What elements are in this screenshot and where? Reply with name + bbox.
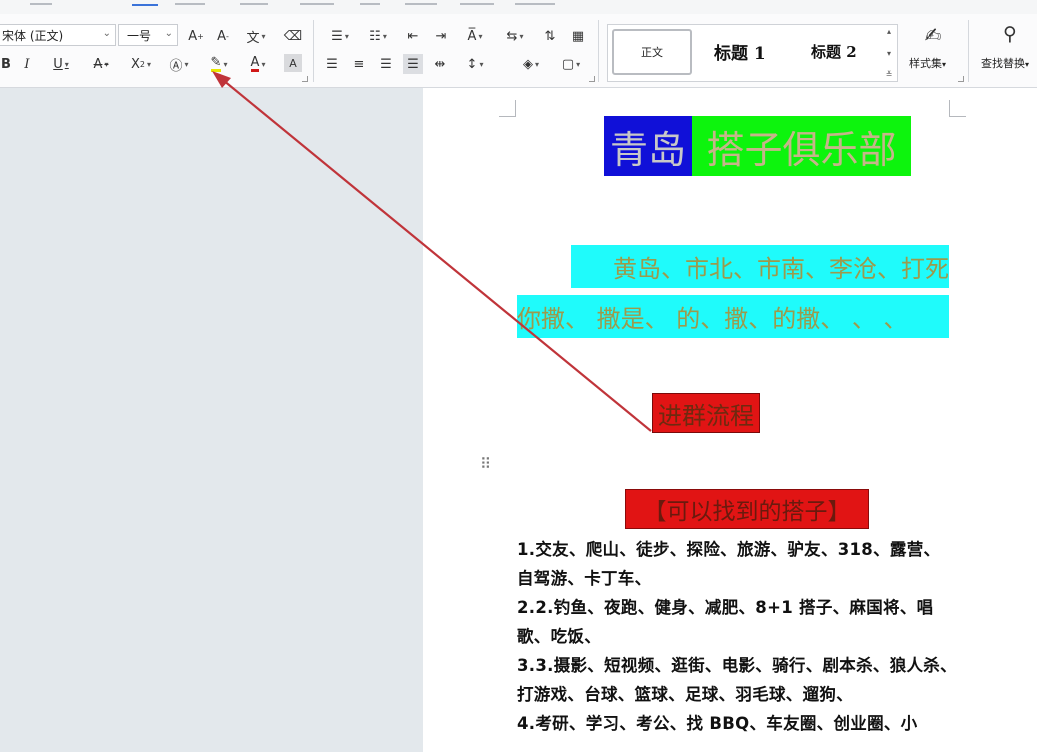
- arrow-line: [222, 79, 652, 432]
- annotation-arrow: [212, 71, 652, 432]
